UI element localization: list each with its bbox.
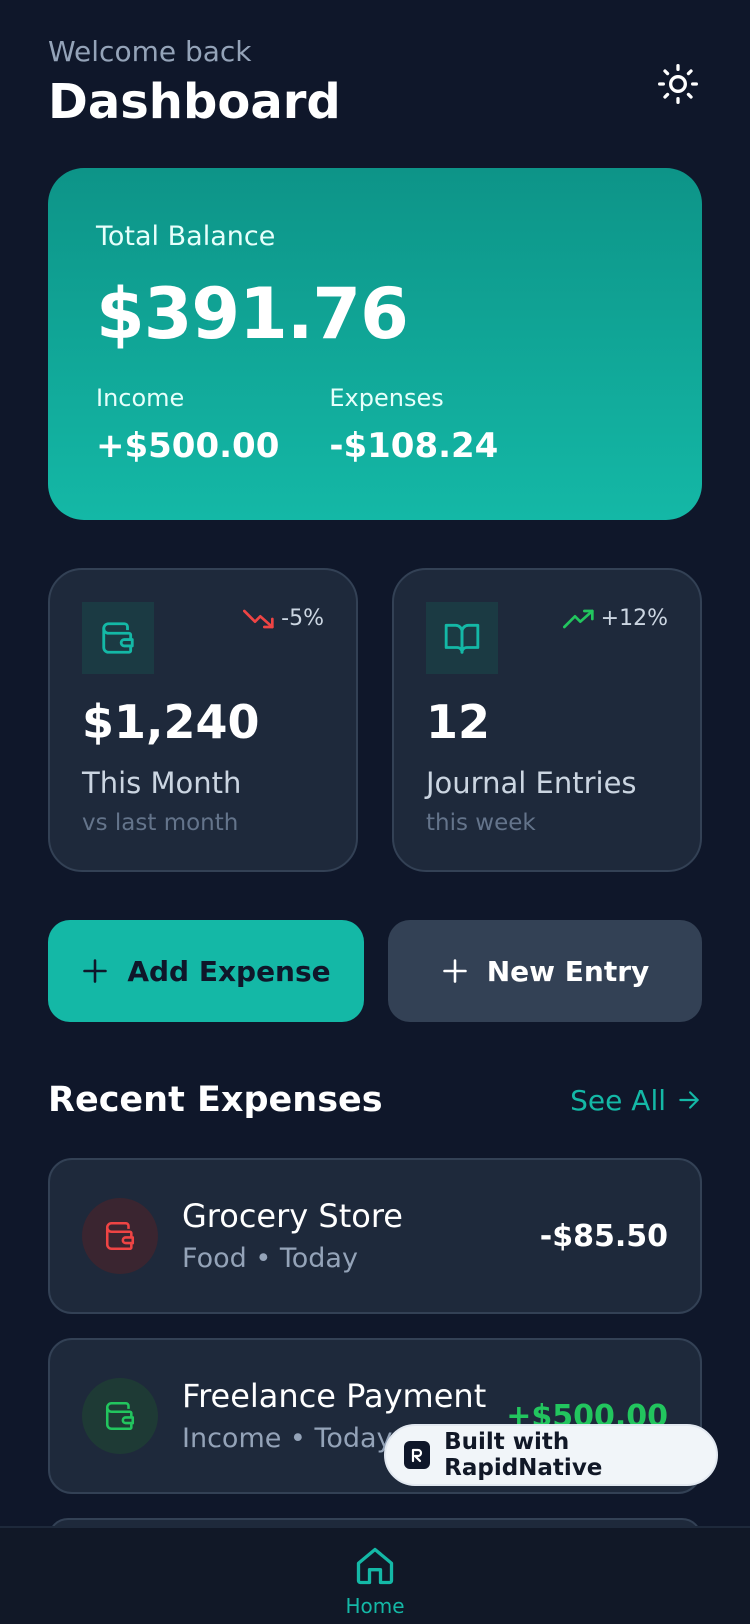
wallet-icon	[102, 622, 134, 654]
expense-name: Freelance Payment	[182, 1377, 487, 1415]
expenses-summary: Expenses -$108.24	[329, 382, 498, 468]
add-expense-button[interactable]: Add Expense	[48, 920, 364, 1022]
stat-value: $1,240	[82, 695, 260, 749]
recent-expenses-header: Recent Expenses See All	[48, 1076, 702, 1124]
new-entry-button[interactable]: New Entry	[388, 920, 702, 1022]
trend-value: -5%	[281, 606, 324, 631]
badge-text: Built with RapidNative	[444, 1429, 603, 1481]
trend-value: +12%	[600, 606, 668, 631]
plus-icon	[83, 959, 108, 983]
list-item[interactable]: Grocery Store Food • Today -$85.50	[48, 1158, 702, 1314]
trending-up-icon	[562, 609, 594, 628]
book-icon	[444, 623, 480, 654]
stat-value: 12	[426, 695, 491, 749]
sun-icon	[658, 64, 698, 104]
stat-label: Journal Entries	[426, 766, 637, 800]
new-entry-label: New Entry	[486, 954, 650, 988]
expenses-label: Expenses	[329, 384, 444, 412]
nav-label-home: Home	[345, 1594, 405, 1618]
expense-icon-circle	[82, 1378, 158, 1454]
stat-icon-box	[82, 602, 154, 674]
wallet-icon	[105, 1401, 135, 1431]
expense-icon-circle	[82, 1198, 158, 1274]
theme-toggle-button[interactable]	[654, 60, 702, 108]
bottom-nav: Home	[0, 1526, 750, 1624]
trend-indicator: +12%	[562, 606, 668, 631]
stat-icon-box	[426, 602, 498, 674]
trending-down-icon	[243, 609, 274, 628]
stat-card-this-month[interactable]: -5% $1,240 This Month vs last month	[48, 568, 358, 872]
income-value: +$500.00	[96, 426, 280, 466]
see-all-label: See All	[570, 1083, 666, 1117]
balance-amount: $391.76	[96, 273, 409, 355]
header: Welcome back Dashboard	[48, 34, 702, 134]
balance-card: Total Balance $391.76 Income +$500.00 Ex…	[48, 168, 702, 520]
home-icon	[356, 1547, 394, 1585]
nav-item-home[interactable]: Home	[0, 1544, 750, 1618]
expenses-value: -$108.24	[329, 426, 499, 466]
see-all-link[interactable]: See All	[570, 1084, 702, 1117]
plus-icon	[442, 959, 467, 983]
balance-label: Total Balance	[96, 221, 276, 252]
stat-sublabel: this week	[426, 810, 536, 836]
welcome-text: Welcome back	[48, 35, 252, 68]
expense-amount: -$85.50	[539, 1218, 668, 1254]
income-label: Income	[96, 384, 185, 412]
rapidnative-logo-icon	[404, 1441, 431, 1469]
section-title: Recent Expenses	[48, 1080, 383, 1120]
expense-name: Grocery Store	[182, 1197, 403, 1235]
stat-sublabel: vs last month	[82, 810, 239, 836]
page-title: Dashboard	[48, 74, 341, 130]
income-summary: Income +$500.00	[96, 382, 279, 468]
built-with-badge[interactable]: Built with RapidNative	[384, 1424, 718, 1486]
expense-meta: Food • Today	[182, 1243, 358, 1274]
arrow-right-icon	[679, 1091, 699, 1109]
trend-indicator: -5%	[243, 606, 324, 631]
wallet-icon	[105, 1221, 135, 1251]
add-expense-label: Add Expense	[127, 954, 331, 988]
stat-card-journal-entries[interactable]: +12% 12 Journal Entries this week	[392, 568, 702, 872]
stat-label: This Month	[82, 766, 242, 800]
